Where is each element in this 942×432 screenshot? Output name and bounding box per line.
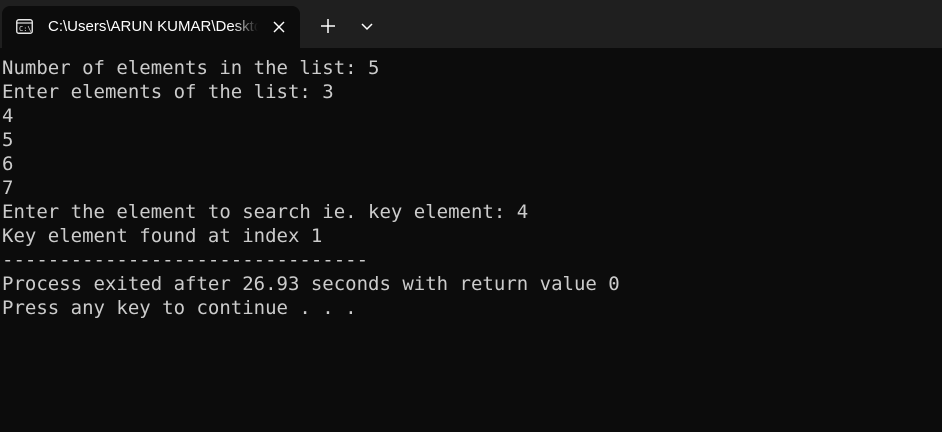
console-output[interactable]: Number of elements in the list: 5 Enter …	[2, 56, 932, 416]
console-line: 7	[2, 177, 14, 199]
terminal-icon: C:\	[16, 19, 33, 34]
console-line: Process exited after 26.93 seconds with …	[2, 273, 620, 295]
console-line: Enter elements of the list: 3	[2, 81, 334, 103]
plus-icon[interactable]	[316, 14, 340, 38]
console-line: 4	[2, 105, 14, 127]
title-bar: C:\ C:\Users\ARUN KUMAR\Desktop	[0, 0, 942, 48]
console-line: 5	[2, 129, 14, 151]
close-icon[interactable]	[270, 18, 288, 36]
tab-terminal[interactable]: C:\ C:\Users\ARUN KUMAR\Desktop	[2, 6, 300, 48]
console-prompt: Press any key to continue . . .	[2, 297, 357, 319]
console-line: Key element found at index 1	[2, 225, 323, 247]
svg-text:C:\: C:\	[19, 25, 32, 33]
console-line: Number of elements in the list: 5	[2, 57, 380, 79]
console-separator: --------------------------------	[2, 249, 369, 271]
tab-title: C:\Users\ARUN KUMAR\Desktop	[48, 18, 258, 35]
chevron-down-icon[interactable]	[356, 14, 378, 38]
console-line: 6	[2, 153, 14, 175]
console-line: Enter the element to search ie. key elem…	[2, 201, 529, 223]
